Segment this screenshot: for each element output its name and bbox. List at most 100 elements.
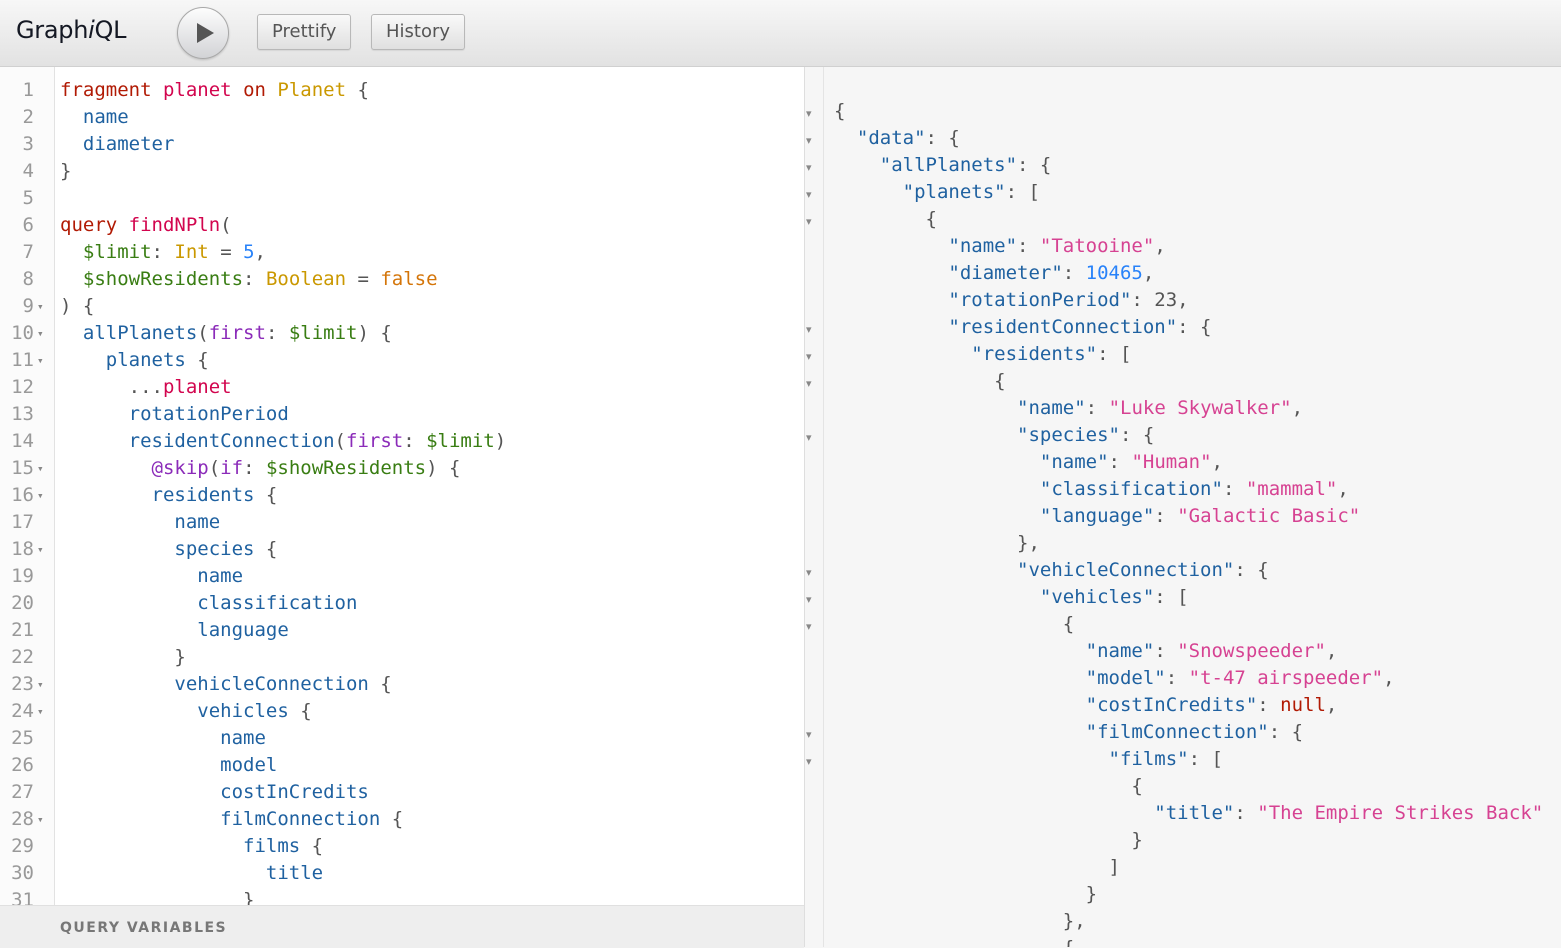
code-token: ( [220, 214, 232, 236]
result-line: "costInCredits": null, [834, 692, 1338, 719]
fold-arrow-icon[interactable]: ▾ [806, 100, 812, 127]
result-token: : { [1268, 721, 1304, 743]
code-text: } [60, 644, 185, 671]
code-line: 22 } [0, 644, 804, 671]
result-line: { [834, 773, 1142, 800]
code-token: Boolean [265, 268, 347, 290]
result-token [834, 316, 948, 338]
fold-arrow-icon[interactable]: ▾ [37, 806, 44, 833]
line-number: 25 [11, 727, 34, 749]
result-token: "title" [1154, 802, 1235, 824]
fold-arrow-icon[interactable]: ▾ [37, 698, 44, 725]
query-editor[interactable]: 1 fragment planet on Planet {2 name 3 diam… [0, 67, 804, 905]
line-number: 26 [11, 754, 34, 776]
code-text: ...planet [60, 374, 232, 401]
code-token: species [174, 538, 255, 560]
code-token: { [254, 538, 278, 560]
code-token: : [243, 457, 266, 479]
code-text: } [60, 887, 254, 905]
result-token: { [834, 370, 1006, 392]
code-token: = [346, 268, 381, 290]
code-token: $limit [288, 322, 358, 344]
code-token: : [151, 241, 175, 263]
result-token [834, 505, 1040, 527]
fold-arrow-icon[interactable]: ▾ [806, 721, 812, 748]
fold-arrow-icon[interactable]: ▾ [806, 343, 812, 370]
line-number: 24 [11, 700, 34, 722]
code-token: films [243, 835, 301, 857]
code-text: $showResidents: Boolean = false [60, 266, 438, 293]
code-token: $showResidents [265, 457, 427, 479]
code-line: 30 title [0, 860, 804, 887]
logo-suffix: QL [94, 16, 127, 44]
query-variables-panel[interactable]: QUERY VARIABLES [0, 905, 804, 948]
fold-arrow-icon[interactable]: ▾ [37, 320, 44, 347]
fold-arrow-icon[interactable]: ▾ [806, 208, 812, 235]
code-text: residents { [60, 482, 278, 509]
fold-arrow-icon[interactable]: ▾ [37, 455, 44, 482]
fold-arrow-icon[interactable]: ▾ [806, 181, 812, 208]
result-token: , [1337, 478, 1349, 500]
fold-arrow-icon[interactable]: ▾ [37, 347, 44, 374]
fold-arrow-icon[interactable]: ▾ [806, 127, 812, 154]
fold-arrow-icon[interactable]: ▾ [806, 370, 812, 397]
result-token: : { [1119, 424, 1155, 446]
code-token: ) { [426, 457, 461, 479]
result-token: { [834, 613, 1075, 635]
result-line: "vehicleConnection": { [834, 557, 1269, 584]
result-line: }, [834, 908, 1086, 935]
code-line: 17 name [0, 509, 804, 536]
fold-arrow-icon[interactable]: ▾ [806, 154, 812, 181]
graphiql-logo: GraphiQL [16, 16, 126, 44]
code-token: false [380, 268, 438, 290]
code-line: 6 query findNPln( [0, 212, 804, 239]
code-line: 19 name [0, 563, 804, 590]
code-text: vehicleConnection { [60, 671, 391, 698]
result-line: "filmConnection": { [834, 719, 1303, 746]
fold-arrow-icon[interactable]: ▾ [806, 316, 812, 343]
result-token: "data" [856, 127, 926, 149]
fold-arrow-icon[interactable]: ▾ [806, 586, 812, 613]
fold-arrow-icon[interactable]: ▾ [806, 613, 812, 640]
result-line: { [834, 935, 1074, 947]
prettify-button[interactable]: Prettify [257, 14, 352, 50]
result-token: : [ [1188, 748, 1223, 770]
result-line: "rotationPeriod": 23, [834, 287, 1188, 314]
result-token [834, 748, 1109, 770]
result-token: "species" [1017, 424, 1120, 446]
result-token [834, 667, 1086, 689]
line-number: 4 [22, 160, 34, 182]
line-number: 1 [22, 79, 34, 101]
fold-arrow-icon[interactable]: ▾ [37, 671, 44, 698]
result-token: "Tatooine" [1039, 235, 1155, 257]
code-token: : [243, 268, 266, 290]
result-token: : [1017, 235, 1040, 257]
code-token: , [254, 241, 266, 263]
result-token: : [1257, 694, 1281, 716]
code-text: name [60, 725, 266, 752]
fold-arrow-icon[interactable]: ▾ [806, 748, 812, 775]
result-line: "name": "Luke Skywalker", [834, 395, 1303, 422]
result-token: , [1211, 451, 1223, 473]
code-token: : [265, 322, 289, 344]
code-token: costInCredits [220, 781, 369, 803]
code-text: name [60, 509, 220, 536]
execute-query-button[interactable] [177, 7, 229, 59]
fold-arrow-icon[interactable]: ▾ [37, 293, 44, 320]
result-token: "Snowspeeder" [1177, 640, 1326, 662]
fold-arrow-icon[interactable]: ▾ [806, 559, 812, 586]
fold-arrow-icon[interactable]: ▾ [37, 536, 44, 563]
history-button[interactable]: History [371, 14, 466, 50]
result-token: , [1154, 235, 1166, 257]
fold-arrow-icon[interactable]: ▾ [806, 424, 812, 451]
code-token: rotationPeriod [128, 403, 289, 425]
code-token: name [174, 511, 221, 533]
code-text: name [60, 104, 129, 131]
fold-arrow-icon[interactable]: ▾ [37, 482, 44, 509]
result-line: "data": { [834, 125, 960, 152]
code-token: findNPln [128, 214, 221, 236]
